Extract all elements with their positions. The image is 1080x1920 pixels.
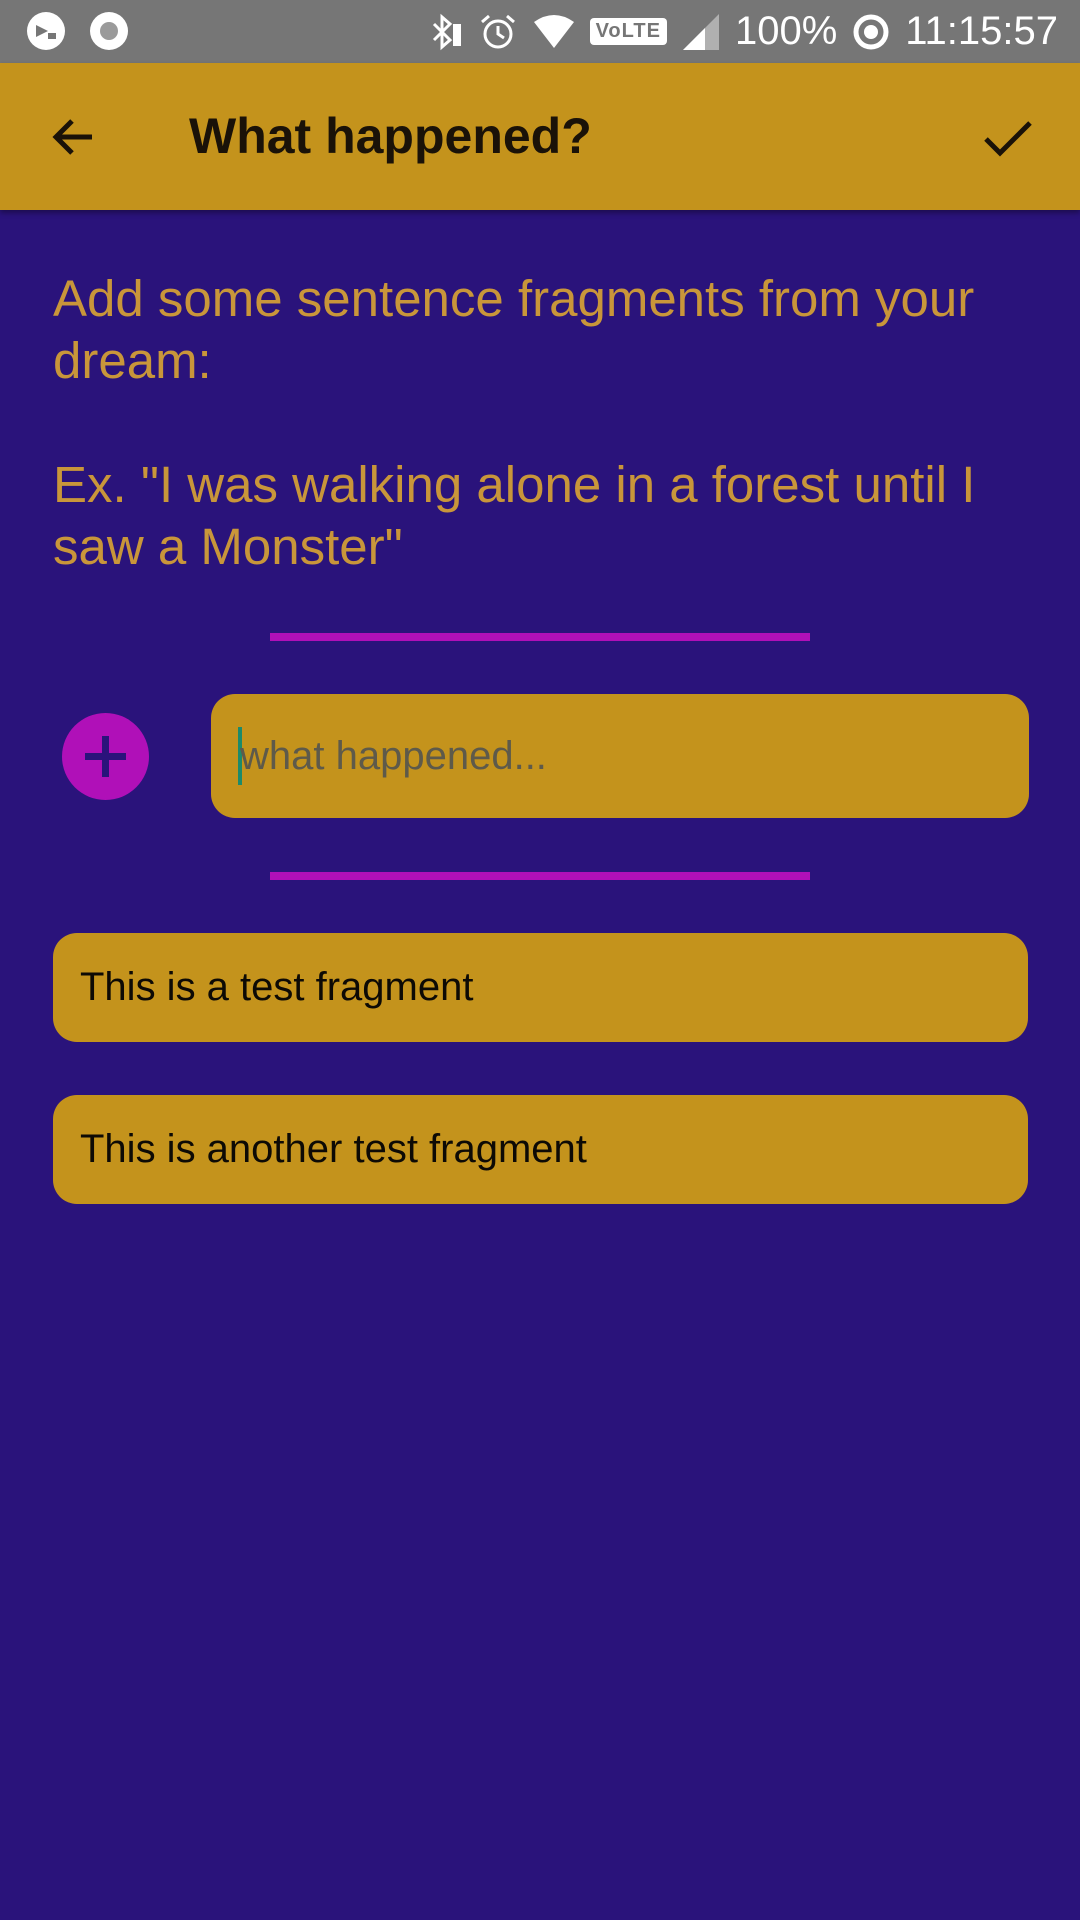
fragment-item[interactable]: This is another test fragment <box>53 1095 1028 1204</box>
signal-icon <box>681 12 721 52</box>
add-fragment-button[interactable] <box>62 713 149 800</box>
app-notification-icon <box>27 12 65 50</box>
bluetooth-icon <box>424 12 464 52</box>
back-button[interactable] <box>36 99 112 175</box>
example-text: Ex. "I was walking alone in a forest unt… <box>53 456 976 575</box>
done-button[interactable] <box>970 99 1046 175</box>
instructions: Add some sentence fragments from your dr… <box>53 268 1043 578</box>
sync-icon <box>851 12 891 52</box>
network-badge: VoLTE <box>589 18 667 45</box>
record-icon <box>90 12 128 50</box>
alarm-icon <box>478 12 518 52</box>
battery-text: 100% <box>734 9 838 53</box>
divider-bottom <box>270 872 810 880</box>
plus-icon <box>85 736 126 777</box>
instruction-text: Add some sentence fragments from your dr… <box>53 270 975 389</box>
app-bar: What happened? <box>0 63 1080 210</box>
wifi-icon <box>532 14 576 50</box>
fragment-item[interactable]: This is a test fragment <box>53 933 1028 1042</box>
fragment-list: This is a test fragment This is another … <box>53 933 1028 1257</box>
clock: 11:15:57 <box>905 9 1058 53</box>
page-title: What happened? <box>189 108 592 164</box>
divider-top <box>270 633 810 641</box>
fragment-input-container[interactable] <box>211 694 1029 818</box>
check-icon <box>984 121 1032 157</box>
fragment-input[interactable] <box>240 733 1000 779</box>
arrow-back-icon <box>52 119 92 155</box>
status-bar: VoLTE 100% 11:15:57 <box>0 0 1080 63</box>
